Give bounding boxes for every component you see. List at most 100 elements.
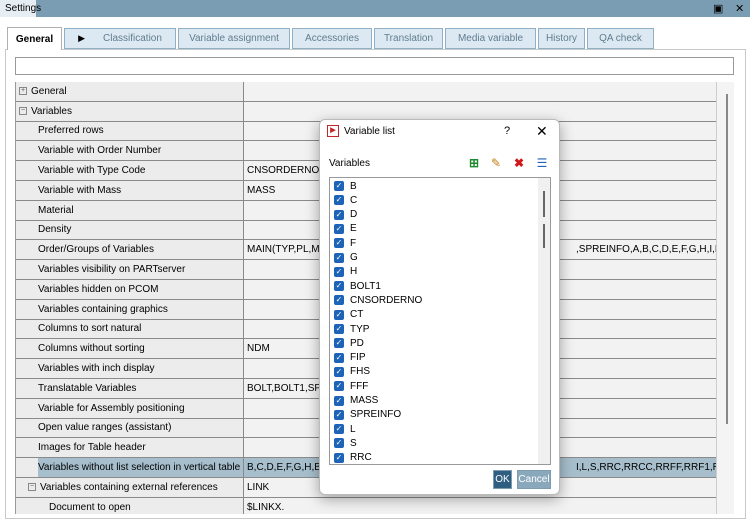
checkbox-checked-icon[interactable]: ✓ [334,223,344,234]
list-item[interactable]: ✓ C [334,193,357,207]
scrollbar-thumb[interactable] [726,94,728,424]
item-label: RRC [350,452,372,464]
checkbox-checked-icon[interactable]: ✓ [334,381,344,392]
tab-variable-assignment[interactable]: Variable assignment [178,28,290,49]
list-item[interactable]: ✓ BOLT1 [334,279,381,293]
item-label: FFF [350,380,369,392]
checkbox-checked-icon[interactable]: ✓ [334,366,344,377]
dialog-close-icon[interactable]: ✕ [536,123,548,140]
checkbox-checked-icon[interactable]: ✓ [334,266,344,277]
row-label-cell: Variable with Order Number [16,141,244,161]
row-label: Variables [31,105,72,117]
value-text: CNSORDERNO [247,165,320,177]
checkbox-checked-icon[interactable]: ✓ [334,309,344,320]
list-item[interactable]: ✓ F [334,236,356,250]
list-scrollbar[interactable] [538,178,550,464]
checkbox-checked-icon[interactable]: ✓ [334,195,344,206]
item-label: FIP [350,352,366,364]
grid-scrollbar[interactable] [716,82,734,514]
checkbox-checked-icon[interactable]: ✓ [334,395,344,406]
list-item[interactable]: ✓ S [334,436,357,450]
row-value[interactable] [244,82,716,101]
checkbox-checked-icon[interactable]: ✓ [334,281,344,292]
value-text: NDM [247,343,270,355]
tab-accessories[interactable]: Accessories [292,28,372,49]
tab-translation[interactable]: Translation [374,28,443,49]
item-label: FHS [350,366,370,378]
grid-row[interactable]: Document to open $LINKX. [16,497,716,514]
value-text-right: ,SPREINFO,A,B,C,D,E,F,G,H,I,L,MAS... [576,244,716,256]
close-icon[interactable]: ✕ [735,2,744,15]
checkbox-checked-icon[interactable]: ✓ [334,352,344,363]
row-label: Images for Table header [38,442,146,454]
row-label-cell: Columns to sort natural [16,319,244,339]
list-item[interactable]: ✓ E [334,222,357,236]
checkbox-checked-icon[interactable]: ✓ [334,295,344,306]
row-label-cell: Preferred rows [16,121,244,141]
row-label: Columns without sorting [38,343,145,355]
tab-classification[interactable]: ▶ Classification [64,28,176,49]
list-item[interactable]: ✓ G [334,251,358,265]
checkbox-checked-icon[interactable]: ✓ [334,409,344,420]
collapse-icon[interactable]: − [19,107,27,116]
checkbox-checked-icon[interactable]: ✓ [334,452,344,463]
row-label-cell: Document to open [16,497,244,514]
tab-general[interactable]: General [7,27,62,50]
variable-list: ✓ B ✓ C ✓ D ✓ E ✓ F ✓ G ✓ H ✓ BOLT1 ✓ CNSORDERNO ✓ CT ✓ TYP ✓ P… [329,177,551,465]
item-label: SPREINFO [350,409,402,421]
list-icon[interactable]: ☰ [535,156,549,170]
search-input[interactable] [15,57,734,75]
cancel-button[interactable]: Cancel [517,470,551,489]
row-label: Variables containing external references [40,481,218,493]
checkbox-checked-icon[interactable]: ✓ [334,438,344,449]
row-label-cell: Variables with inch display [16,359,244,378]
checkbox-checked-icon[interactable]: ✓ [334,424,344,435]
row-label: Open value ranges (assistant) [38,422,172,434]
list-item[interactable]: ✓ H [334,265,357,279]
add-icon[interactable]: ⊞ [467,156,481,170]
checkbox-checked-icon[interactable]: ✓ [334,209,344,220]
collapse-icon[interactable]: − [28,483,36,492]
item-label: MASS [350,395,379,406]
checkbox-checked-icon[interactable]: ✓ [334,238,344,249]
list-item[interactable]: ✓ CNSORDERNO [334,293,422,307]
row-label-cell: Translatable Variables [16,379,244,398]
list-item[interactable]: ✓ SPREINFO [334,408,401,422]
tab-media-variable[interactable]: Media variable [445,28,536,49]
row-value[interactable] [244,101,716,121]
list-item[interactable]: ✓ FFF [334,379,368,393]
checkbox-checked-icon[interactable]: ✓ [334,181,344,191]
list-item[interactable]: ✓ D [334,208,357,222]
row-label-cell: Open value ranges (assistant) [16,418,244,438]
list-item[interactable]: ✓ FHS [334,365,370,379]
edit-icon[interactable]: ✎ [489,156,503,170]
list-item[interactable]: ✓ RRC [334,451,372,464]
title-bar: Settings ▣ ✕ [0,0,750,17]
tab-history[interactable]: History [538,28,585,49]
delete-icon[interactable]: ✖ [512,156,526,170]
variables-label: Variables [329,158,370,169]
grid-row[interactable]: + General [16,82,716,102]
restore-icon[interactable]: ▣ [713,2,723,15]
help-button[interactable]: ? [504,125,510,137]
list-item[interactable]: ✓ MASS [334,394,378,408]
list-item[interactable]: ✓ PD [334,336,364,350]
checkbox-checked-icon[interactable]: ✓ [334,324,344,334]
list-item[interactable]: ✓ FIP [334,351,366,365]
row-value[interactable]: $LINKX. [244,497,716,514]
item-label: TYP [350,323,370,335]
tab-bar: General ▶ Classification Variable assignm… [0,27,750,50]
row-label: Variables visibility on PARTserver [38,264,186,276]
expand-icon[interactable]: + [19,87,27,96]
row-label: Variables without list selection in vert… [38,458,243,477]
list-item[interactable]: ✓ L [334,422,356,436]
list-item[interactable]: ✓ TYP [334,322,369,336]
checkbox-checked-icon[interactable]: ✓ [334,252,344,263]
tab-qa-check[interactable]: QA check [587,28,654,49]
value-text: LINK [247,481,270,493]
window-title: Settings [0,0,41,17]
checkbox-checked-icon[interactable]: ✓ [334,338,344,349]
ok-button[interactable]: OK [493,470,512,489]
list-item[interactable]: ✓ CT [334,308,363,322]
list-item[interactable]: ✓ B [334,179,357,193]
